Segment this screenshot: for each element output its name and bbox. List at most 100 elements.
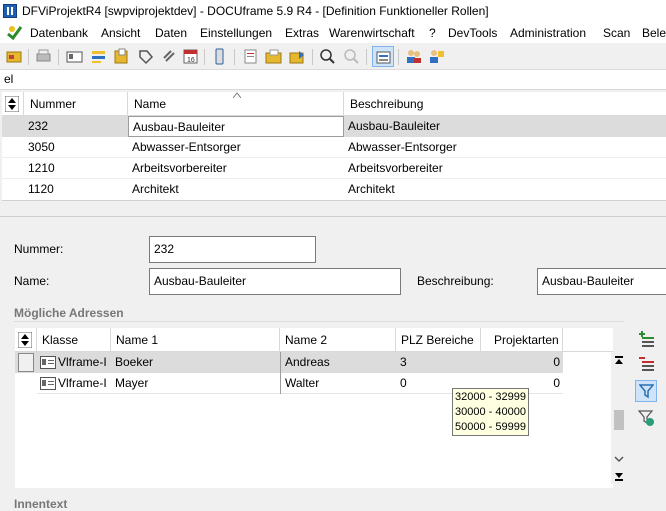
tag-icon[interactable] [137, 48, 154, 65]
cell-klasse: Vlframe-I [37, 373, 111, 394]
beschreibung-field[interactable]: Ausbau-Bauleiter [537, 268, 666, 295]
column-header-name[interactable]: Name [128, 92, 344, 116]
search-disabled-icon[interactable] [343, 48, 360, 65]
filter-button[interactable] [635, 380, 657, 402]
tooltip-line: 30000 - 40000 [455, 406, 526, 418]
phone-icon[interactable] [211, 48, 228, 65]
cell-name: Arbeitsvorbereiter [132, 161, 227, 175]
cell-nummer: 232 [28, 119, 49, 133]
add-address-icon[interactable] [638, 331, 656, 349]
mail-folder-icon[interactable] [265, 48, 282, 65]
header-filler [563, 328, 613, 352]
menu-datenbank[interactable]: Datenbank [30, 26, 88, 40]
menu-scan[interactable]: Scan [603, 26, 630, 40]
cell-name1: Boeker [115, 355, 154, 369]
vertical-scrollbar[interactable] [611, 352, 627, 484]
roles-table: Nummer Name Beschreibung 232 Ausbau-Baul… [2, 92, 666, 200]
search-icon[interactable] [319, 48, 336, 65]
nummer-field[interactable]: 232 [149, 236, 316, 263]
scroll-thumb[interactable] [614, 410, 624, 430]
splitter[interactable] [0, 216, 666, 217]
sort-toggle-icon [5, 96, 19, 112]
attachment-icon[interactable] [160, 48, 177, 65]
beschreibung-label: Beschreibung: [417, 274, 494, 288]
column-header-plz[interactable]: PLZ Bereiche [396, 328, 481, 352]
filter-globe-icon[interactable] [638, 410, 656, 428]
column-header-name1[interactable]: Name 1 [111, 328, 280, 352]
cell-nummer: 1210 [28, 161, 55, 175]
folder-icon[interactable] [113, 48, 130, 65]
cell-name[interactable]: Ausbau-Bauleiter [128, 116, 344, 137]
name-label: Name: [14, 274, 50, 288]
menu-extras[interactable]: Extras [285, 26, 319, 40]
menu-ansicht[interactable]: Ansicht [101, 26, 140, 40]
card-icon[interactable] [66, 48, 83, 65]
open-folder-icon[interactable] [6, 48, 23, 65]
cell-projektarten: 0 [553, 355, 560, 369]
section-divider [14, 321, 624, 322]
cell-beschreibung: Architekt [348, 182, 395, 196]
section-title: Mögliche Adressen [14, 306, 124, 320]
svg-text:16: 16 [187, 57, 195, 64]
cell-name1: Mayer [115, 376, 149, 390]
user-settings-icon[interactable] [428, 48, 445, 65]
list-icon[interactable] [90, 48, 107, 65]
app-icon [3, 4, 17, 18]
tooltip-line: 32000 - 32999 [455, 391, 526, 403]
cell-name: Architekt [132, 182, 179, 196]
menu-help[interactable]: ? [429, 26, 436, 40]
docuframe-logo-icon [7, 26, 22, 40]
scroll-top-icon[interactable] [614, 356, 624, 366]
document-icon[interactable] [242, 48, 259, 65]
menu-administration[interactable]: Administration [510, 26, 586, 40]
menu-daten[interactable]: Daten [155, 26, 187, 40]
plz-tooltip: 32000 - 32999 30000 - 40000 50000 - 5999… [452, 388, 529, 436]
innentext-label: Innentext [14, 497, 68, 511]
column-header-beschreibung[interactable]: Beschreibung [344, 92, 666, 116]
filter-icon [639, 384, 654, 399]
column-header-name2[interactable]: Name 2 [280, 328, 396, 352]
cell-name: Abwasser-Entsorger [132, 140, 241, 154]
users-icon[interactable] [405, 48, 422, 65]
horizontal-scrollbar[interactable] [2, 200, 666, 216]
row-selector[interactable] [18, 353, 34, 372]
cell-beschreibung: Abwasser-Entsorger [348, 140, 457, 154]
column-header-nummer[interactable]: Nummer [24, 92, 128, 116]
scroll-bottom-icon[interactable] [614, 471, 624, 481]
menu-devtools[interactable]: DevTools [448, 26, 497, 40]
form-view-icon [376, 51, 391, 64]
sort-ascending-icon [233, 92, 241, 98]
title-bar: DFViProjektR4 [swpviprojektdev] - DOCUfr… [0, 0, 666, 22]
tooltip-line: 50000 - 59999 [455, 421, 526, 433]
chevron-down-icon[interactable] [614, 455, 624, 463]
cell-nummer: 1120 [28, 182, 54, 196]
search-input[interactable]: el [0, 70, 666, 90]
menu-einstellungen[interactable]: Einstellungen [200, 26, 272, 40]
remove-address-icon[interactable] [638, 355, 656, 373]
address-card-icon [40, 356, 56, 369]
cell-beschreibung: Ausbau-Bauleiter [348, 119, 441, 133]
cell-name2: Andreas [280, 352, 396, 373]
name-field[interactable]: Ausbau-Bauleiter [149, 268, 401, 295]
row-selector-header[interactable] [15, 328, 37, 352]
sort-toggle-icon [18, 332, 32, 348]
menu-warenwirtschaft[interactable]: Warenwirtschaft [329, 26, 415, 40]
cell-plz[interactable]: 3 [396, 352, 481, 373]
cell-name2: Walter [280, 373, 396, 394]
print-icon[interactable] [35, 48, 52, 65]
calendar-icon[interactable]: 16 [182, 48, 199, 65]
cell-klasse: Vlframe-I [37, 352, 111, 373]
address-card-icon [40, 377, 56, 390]
column-header-klasse[interactable]: Klasse [37, 328, 111, 352]
cell-beschreibung: Arbeitsvorbereiter [348, 161, 443, 175]
toolbar: 16 [0, 43, 666, 70]
row-selector-header[interactable] [2, 92, 24, 116]
search-value: el [4, 72, 14, 86]
column-header-projektarten[interactable]: Projektarten [481, 328, 563, 352]
nummer-label: Nummer: [14, 242, 64, 256]
window-title: DFViProjektR4 [swpviprojektdev] - DOCUfr… [22, 4, 489, 18]
folder-arrow-icon[interactable] [289, 48, 306, 65]
menu-beleg[interactable]: Beleg [642, 26, 666, 40]
view-toggle-button[interactable] [372, 46, 394, 67]
cell-nummer: 3050 [28, 140, 55, 154]
